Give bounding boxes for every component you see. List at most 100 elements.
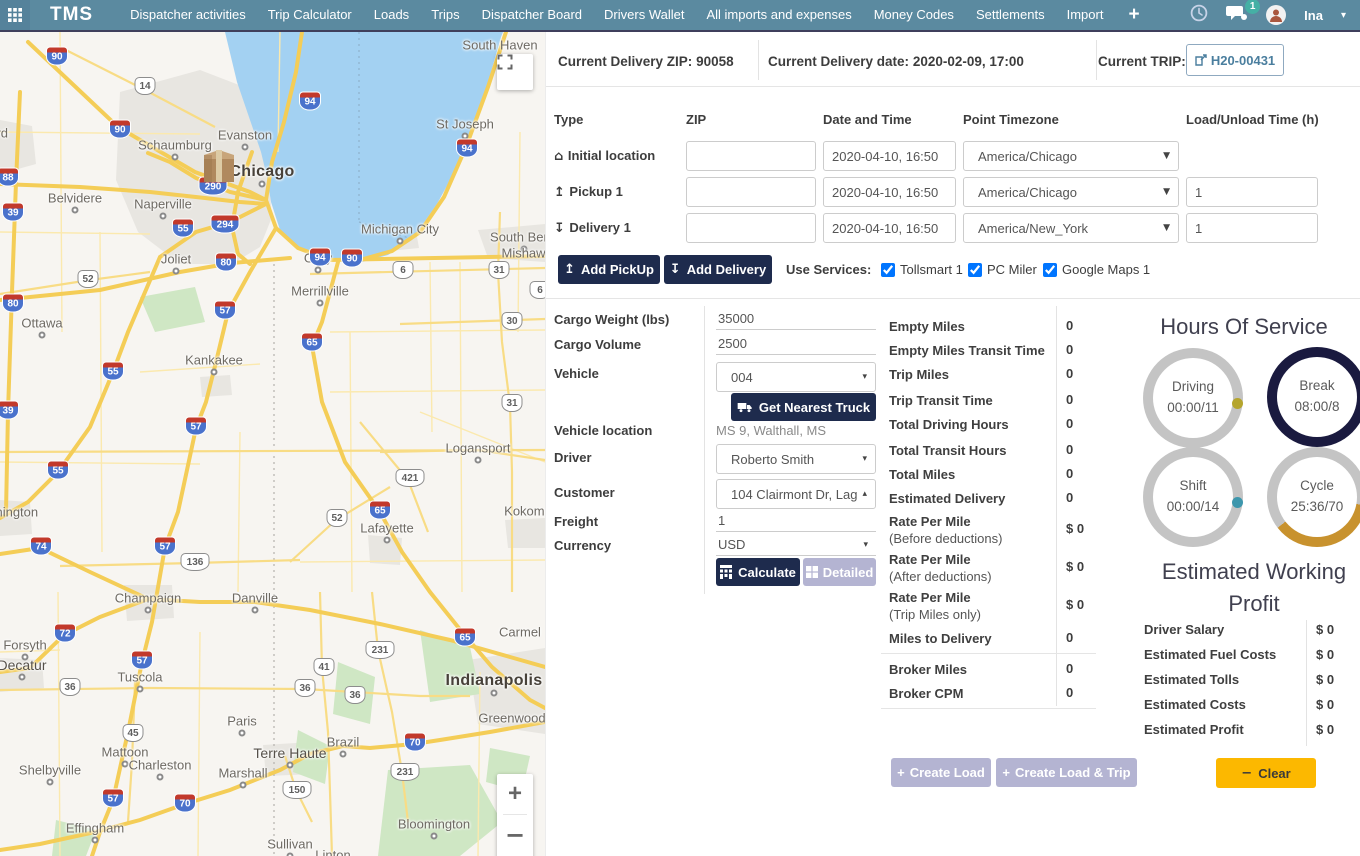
nav-all-imports-expenses[interactable]: All imports and expenses <box>695 0 862 30</box>
map-city-label: Mishawaka <box>501 246 545 261</box>
avatar[interactable] <box>1266 5 1286 25</box>
profit-label: Estimated Fuel Costs <box>1144 647 1276 662</box>
nav-loads[interactable]: Loads <box>363 0 420 30</box>
nav-dispatcher-activities[interactable]: Dispatcher activities <box>119 0 257 30</box>
create-load-button[interactable]: +Create Load <box>891 758 991 787</box>
chevron-down-icon: ▾ <box>862 454 867 464</box>
map-city-label: Charleston <box>129 758 192 773</box>
map-city-label: Indianapolis <box>446 672 543 690</box>
nav-import[interactable]: Import <box>1056 0 1115 30</box>
map-city-dot <box>287 853 294 856</box>
zip-input-delivery-1[interactable] <box>686 213 816 243</box>
stat-label-line1: Rate Per Mile <box>889 514 971 529</box>
user-name[interactable]: Ina <box>1304 8 1323 23</box>
tollsmart-label: Tollsmart 1 <box>900 262 963 277</box>
stat-label: Estimated Delivery <box>889 490 1005 507</box>
google-maps-checkbox[interactable] <box>1043 263 1057 277</box>
us-route-shield-icon: 45 <box>123 724 144 742</box>
table-icon <box>806 566 818 578</box>
calculate-button[interactable]: Calculate <box>716 558 800 586</box>
vehicle-select[interactable]: 004▾ <box>716 362 876 392</box>
clock-icon[interactable] <box>1190 4 1208 27</box>
create-load-trip-button[interactable]: +Create Load & Trip <box>996 758 1137 787</box>
add-delivery-button[interactable]: ↧Add Delivery <box>664 255 772 284</box>
create-load-label: Create Load <box>910 765 985 780</box>
cargo-weight-input[interactable] <box>716 308 876 330</box>
row-pickup-1-label: Pickup 1 <box>569 184 622 199</box>
map-city-label: Bloomington <box>0 505 38 520</box>
nav-settlements[interactable]: Settlements <box>965 0 1056 30</box>
brand-logo: TMS <box>50 4 93 26</box>
zip-input-pickup-1[interactable] <box>686 177 816 207</box>
clear-button[interactable]: −Clear <box>1216 758 1316 788</box>
get-nearest-truck-button[interactable]: Get Nearest Truck <box>731 393 876 421</box>
map-city-dot <box>47 779 54 786</box>
chat-icon[interactable]: 1 <box>1226 5 1248 26</box>
nav-drivers-wallet[interactable]: Drivers Wallet <box>593 0 695 30</box>
interstate-shield-icon: 94 <box>456 139 478 158</box>
pc-miler-checkbox[interactable] <box>968 263 982 277</box>
map-city-dot <box>160 213 167 220</box>
calculate-label: Calculate <box>738 565 796 580</box>
add-icon[interactable]: + <box>1114 4 1153 26</box>
map-city-dot <box>397 238 404 245</box>
zoom-in-button[interactable]: + <box>497 774 533 814</box>
current-delivery-zip: Current Delivery ZIP: 90058 <box>558 54 734 69</box>
map-labels-layer: South HavenSt JosephRockfordBelvidereSch… <box>0 32 545 856</box>
us-route-shield-icon: 6 <box>393 261 414 279</box>
stat-label-line2: (After deductions) <box>889 569 992 584</box>
app-launcher-button[interactable] <box>0 0 30 30</box>
load-time-input-delivery-1[interactable] <box>1186 213 1318 243</box>
driver-select[interactable]: Roberto Smith▾ <box>716 444 876 474</box>
current-trip-link[interactable]: H20-00431 <box>1186 44 1284 76</box>
service-tollsmart[interactable]: Tollsmart 1 <box>881 262 963 277</box>
gauge-name: Break <box>1299 376 1334 397</box>
us-route-shield-icon: 52 <box>78 270 99 288</box>
map-city-dot <box>92 837 99 844</box>
datetime-input-initial[interactable] <box>823 141 956 171</box>
timezone-select-initial[interactable]: America/Chicago▼ <box>963 141 1179 171</box>
us-route-shield-icon: 136 <box>181 553 210 571</box>
customer-select[interactable]: 104 Clairmont Dr, Lagran▴ <box>716 479 876 509</box>
load-time-input-pickup-1[interactable] <box>1186 177 1318 207</box>
row-pickup-1: ↥ Pickup 1 <box>554 184 623 200</box>
freight-input[interactable] <box>716 510 876 532</box>
currency-select[interactable]: USD▾ <box>716 534 876 556</box>
current-trip-label: Current TRIP: <box>1098 54 1186 69</box>
add-pickup-button[interactable]: ↥Add PickUp <box>558 255 660 284</box>
stat-value: 0 <box>1066 661 1073 676</box>
nav-money-codes[interactable]: Money Codes <box>863 0 965 30</box>
nav-dispatcher-board[interactable]: Dispatcher Board <box>471 0 593 30</box>
fullscreen-button[interactable] <box>497 54 533 90</box>
zoom-out-button[interactable]: − <box>497 815 533 855</box>
trip-calculator-panel: Current Delivery ZIP: 90058 Current Deli… <box>545 32 1360 856</box>
current-trip-number: H20-00431 <box>1211 53 1275 68</box>
detailed-label: Detailed <box>823 565 874 580</box>
gauge-progress-dot <box>1232 398 1243 409</box>
datetime-input-pickup-1[interactable] <box>823 177 956 207</box>
cargo-volume-input[interactable] <box>716 333 876 355</box>
datetime-input-delivery-1[interactable] <box>823 213 956 243</box>
chevron-down-icon: ▾ <box>1341 10 1346 21</box>
truck-icon <box>737 401 753 413</box>
timezone-select-pickup-1[interactable]: America/Chicago▼ <box>963 177 1179 207</box>
profit-value: $ 0 <box>1316 697 1334 712</box>
home-icon: ⌂ <box>554 149 568 164</box>
service-pc-miler[interactable]: PC Miler <box>968 262 1037 277</box>
detailed-button[interactable]: Detailed <box>803 558 876 586</box>
interstate-shield-icon: 72 <box>54 624 76 643</box>
service-google-maps[interactable]: Google Maps 1 <box>1043 262 1150 277</box>
interstate-shield-icon: 65 <box>369 501 391 520</box>
interstate-shield-icon: 57 <box>131 651 153 670</box>
tollsmart-checkbox[interactable] <box>881 263 895 277</box>
nav-trip-calculator[interactable]: Trip Calculator <box>257 0 363 30</box>
nav-trips[interactable]: Trips <box>420 0 470 30</box>
timezone-value-initial: America/Chicago <box>978 149 1077 164</box>
zip-input-initial[interactable] <box>686 141 816 171</box>
current-delivery-date-label: Current Delivery date: <box>768 54 909 69</box>
map-city-dot <box>122 761 129 768</box>
map-canvas[interactable]: South HavenSt JosephRockfordBelvidereSch… <box>0 32 545 856</box>
interstate-shield-icon: 65 <box>454 628 476 647</box>
cargo-volume-label: Cargo Volume <box>554 337 641 352</box>
timezone-select-delivery-1[interactable]: America/New_York▼ <box>963 213 1179 243</box>
